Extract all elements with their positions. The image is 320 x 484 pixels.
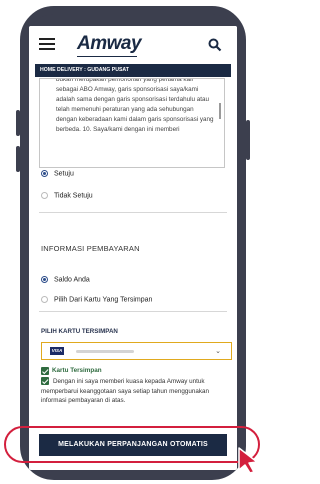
brand-logo-underline xyxy=(77,56,137,57)
terms-text: bukan merupakan pemohonan yang pertama k… xyxy=(56,78,214,133)
radio-selected-icon[interactable] xyxy=(41,170,48,177)
cursor-icon xyxy=(238,447,258,474)
terms-scrollbar[interactable] xyxy=(219,103,221,119)
radio-disagree-label: Tidak Setuju xyxy=(54,192,93,200)
saved-card-checkbox[interactable] xyxy=(41,367,49,375)
phone-volume-button xyxy=(16,110,20,136)
delivery-location-bar: HOME DELIVERY : GUDANG PUSAT xyxy=(35,64,231,77)
radio-selected-icon[interactable] xyxy=(41,276,48,283)
highlight-ring xyxy=(4,426,260,463)
radio-disagree[interactable]: Tidak Setuju xyxy=(41,192,93,199)
saved-card-select[interactable]: VISA ⌄ xyxy=(41,342,232,360)
search-icon[interactable] xyxy=(208,38,222,52)
menu-icon[interactable] xyxy=(39,38,55,50)
radio-saved-card-label: Pilih Dari Kartu Yang Tersimpan xyxy=(54,296,153,304)
divider xyxy=(39,311,227,312)
phone-volume-button xyxy=(16,146,20,172)
radio-saldo-label: Saldo Anda xyxy=(54,276,90,284)
phone-power-button xyxy=(246,120,250,160)
masked-card-number xyxy=(76,350,134,353)
radio-saldo[interactable]: Saldo Anda xyxy=(41,276,90,283)
radio-agree-label: Setuju xyxy=(54,170,74,178)
radio-agree[interactable]: Setuju xyxy=(41,170,74,177)
payment-section-title: INFORMASI PEMBAYARAN xyxy=(41,244,140,253)
authorization-text: Dengan ini saya memberi kuasa kepada Amw… xyxy=(41,378,210,404)
visa-card-icon: VISA xyxy=(50,347,64,355)
brand-logo: Amway xyxy=(77,33,142,54)
radio-saved-card[interactable]: Pilih Dari Kartu Yang Tersimpan xyxy=(41,296,152,303)
saved-card-checkbox-label: Kartu Tersimpan xyxy=(52,367,102,374)
app-screen: Amway HOME DELIVERY : GUDANG PUSAT bukan… xyxy=(29,26,237,470)
divider xyxy=(39,212,227,213)
chevron-down-icon[interactable]: ⌄ xyxy=(215,347,221,355)
terms-scroll-box[interactable]: bukan merupakan pemohonan yang pertama k… xyxy=(39,78,225,168)
saved-card-label: PILIH KARTU TERSIMPAN xyxy=(41,328,118,335)
top-navigation-bar: Amway xyxy=(29,26,237,64)
radio-unselected-icon[interactable] xyxy=(41,296,48,303)
radio-unselected-icon[interactable] xyxy=(41,192,48,199)
